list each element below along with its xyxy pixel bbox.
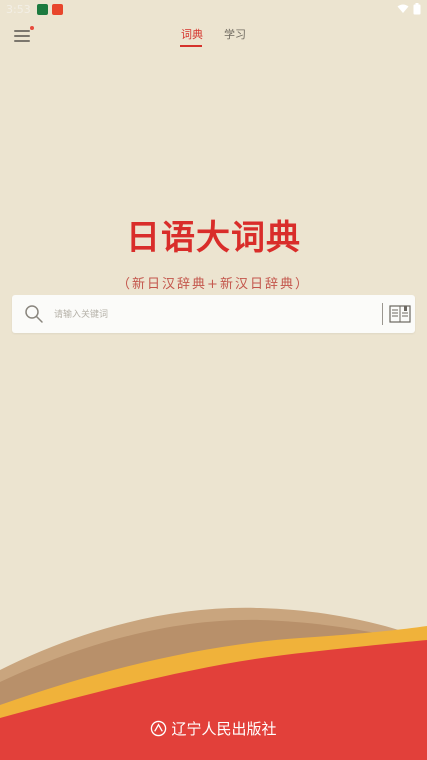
app-title: 日语大词典 [126,218,301,258]
publisher-footer: 辽宁人民出版社 [0,718,427,739]
status-right-icons [397,3,421,15]
book-scan-icon[interactable] [389,305,411,323]
status-bar: 3:53 [0,0,427,18]
menu-icon [14,30,30,32]
wifi-icon [397,4,409,13]
publisher-logo-icon [151,720,167,737]
menu-button[interactable] [14,26,34,44]
search-bar[interactable] [12,295,415,333]
menu-icon-line [14,40,30,42]
search-icon [25,305,43,323]
app-notification-icon [36,3,48,15]
menu-icon-line [14,35,30,37]
app-notification-icon [51,3,63,15]
publisher-name: 辽宁人民出版社 [171,720,277,738]
status-time: 3:53 [6,2,31,16]
tab-dictionary[interactable]: 词典 [181,26,203,42]
top-bar: 词典 学习 [0,18,427,50]
tab-study[interactable]: 学习 [224,26,246,42]
search-input[interactable] [52,304,356,326]
title-block: 日语大词典 （新日汉辞典+新汉日辞典） [0,210,427,292]
notification-dot [30,26,34,30]
battery-icon [413,3,421,15]
app-subtitle: （新日汉辞典+新汉日辞典） [117,277,310,292]
search-divider [382,303,383,325]
active-tab-indicator [180,45,202,47]
